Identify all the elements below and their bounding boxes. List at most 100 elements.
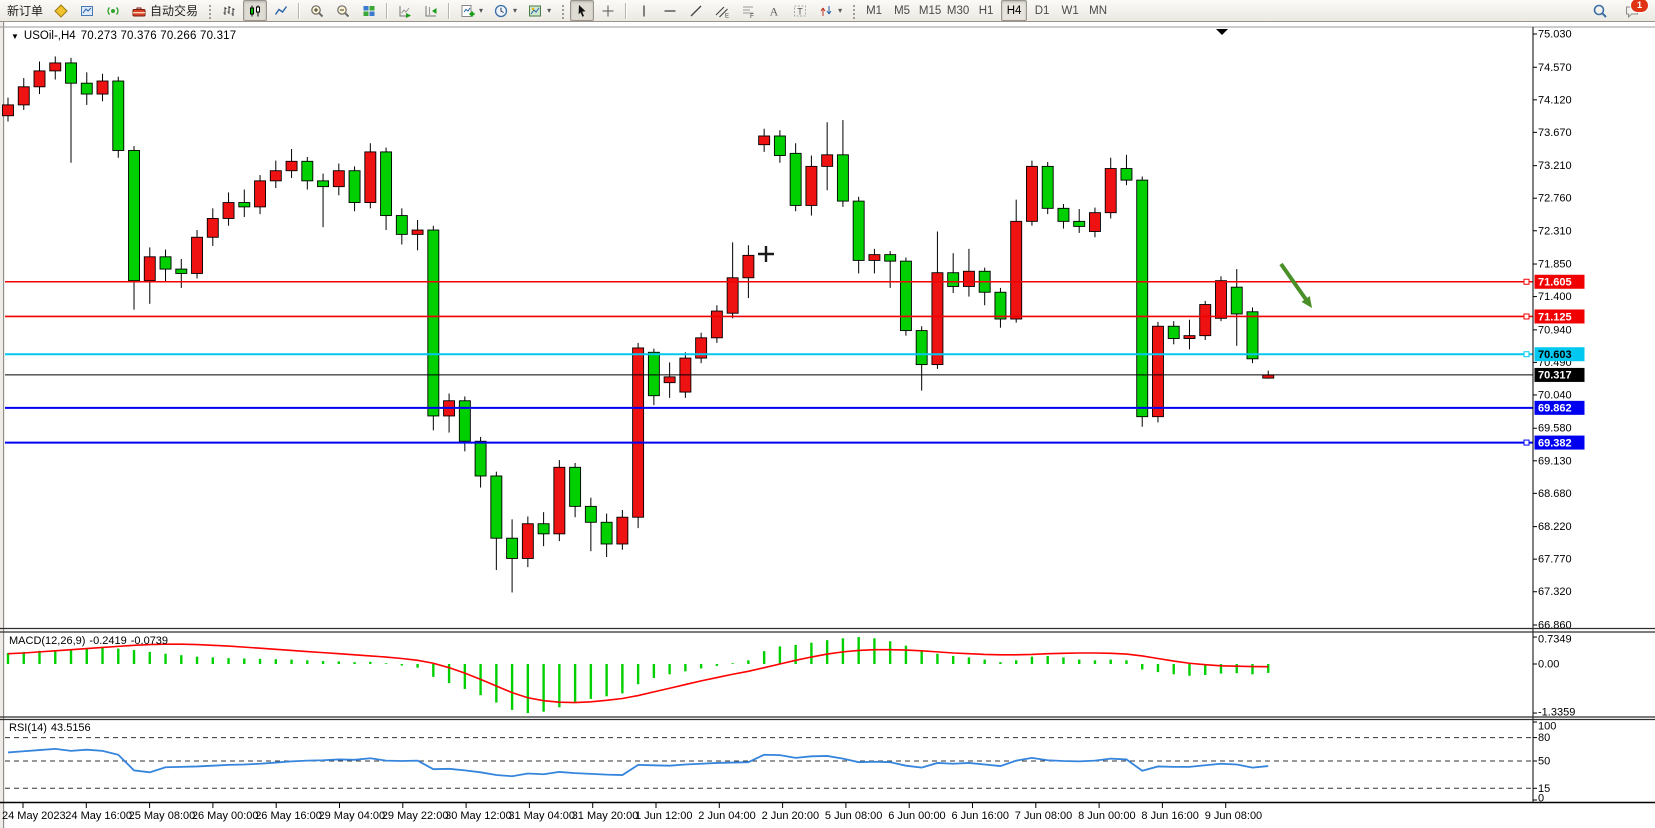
price-tick-label: 67.320: [1538, 586, 1572, 598]
signal-icon: [105, 3, 121, 19]
equidistant-channel-button[interactable]: E: [710, 0, 734, 21]
indicators-button[interactable]: ▾: [455, 0, 487, 21]
symbol-period-label: USOil-,H4: [24, 30, 76, 42]
zoomout-icon: [335, 3, 351, 19]
time-tick-label: 7 Jun 08:00: [1015, 810, 1073, 822]
time-tick-label: 26 May 00:00: [192, 810, 259, 822]
diamond-icon: [53, 3, 69, 19]
toolbar-separator: [298, 3, 300, 19]
timeframe-m1-button[interactable]: M1: [861, 0, 887, 21]
charts-window-button[interactable]: [75, 0, 99, 21]
new-order-button[interactable]: 新订单: [3, 0, 47, 21]
svg-text:71.605: 71.605: [1538, 277, 1572, 289]
candle: [790, 143, 801, 211]
price-tick-label: 71.400: [1538, 291, 1572, 303]
candlestick-chart-button[interactable]: [243, 0, 267, 21]
svg-text:70.603: 70.603: [1538, 349, 1572, 361]
hline-handle[interactable]: [1524, 352, 1529, 357]
rsi-value: 43.5156: [51, 722, 91, 734]
symbol-dropdown-icon[interactable]: ▼: [11, 32, 19, 41]
crosshair-button[interactable]: [596, 0, 620, 21]
time-tick-label: 31 May 20:00: [572, 810, 639, 822]
bar-chart-button[interactable]: [217, 0, 241, 21]
time-tick-label: 24 May 16:00: [65, 810, 132, 822]
horizontal-line-button[interactable]: [658, 0, 682, 21]
toolbar-grip[interactable]: [851, 3, 856, 19]
market-signals-button[interactable]: [101, 0, 125, 21]
candle: [113, 77, 124, 158]
zoom-out-button[interactable]: [331, 0, 355, 21]
candle: [1137, 177, 1148, 427]
dropdown-caret-icon[interactable]: ▾: [547, 6, 551, 15]
search-button[interactable]: [1588, 0, 1612, 21]
price-tick-label: 72.760: [1538, 193, 1572, 205]
toolbar-grip[interactable]: [560, 3, 565, 19]
toolbar-grip[interactable]: [207, 3, 212, 19]
notifications-button[interactable]: 1: [1620, 0, 1644, 21]
textA-icon: A: [766, 3, 782, 19]
timeframe-h1-button[interactable]: H1: [973, 0, 999, 21]
timeframe-mn-button[interactable]: MN: [1085, 0, 1111, 21]
candle: [554, 460, 565, 541]
dropdown-caret-icon[interactable]: ▾: [479, 6, 483, 15]
line-chart-button[interactable]: [269, 0, 293, 21]
tile-windows-button[interactable]: [357, 0, 381, 21]
rsi-name: RSI(14): [9, 722, 47, 734]
candle: [1200, 301, 1211, 340]
auto-scroll-button[interactable]: [393, 0, 417, 21]
price-tick-label: 70.040: [1538, 389, 1572, 401]
time-tick-label: 29 May 04:00: [319, 810, 386, 822]
indicators-window-button[interactable]: [49, 0, 73, 21]
vertical-line-button[interactable]: [632, 0, 656, 21]
svg-text:E: E: [725, 13, 729, 19]
price-tag-70.603: 70.603: [1535, 347, 1585, 361]
zoom-in-button[interactable]: [305, 0, 329, 21]
rsi-axis-label: 50: [1538, 756, 1550, 768]
autotrade-button[interactable]: 自动交易: [127, 0, 202, 21]
svg-text:T: T: [797, 6, 803, 16]
arrows-icon: [818, 3, 834, 19]
time-tick-label: 6 Jun 16:00: [952, 810, 1010, 822]
crosshair-icon: [600, 3, 616, 19]
price-tick-label: 71.850: [1538, 259, 1572, 271]
rsi-indicator-label: RSI(14) 43.5156: [9, 722, 91, 734]
dropdown-caret-icon[interactable]: ▾: [838, 6, 842, 15]
candle: [1042, 162, 1053, 214]
chart-shift-button[interactable]: [419, 0, 443, 21]
candle: [192, 230, 203, 278]
hline-handle[interactable]: [1524, 440, 1529, 445]
timeframe-w1-button[interactable]: W1: [1057, 0, 1083, 21]
templates-button[interactable]: ▾: [523, 0, 555, 21]
addind-icon: [459, 3, 475, 19]
timeframe-d1-button[interactable]: D1: [1029, 0, 1055, 21]
price-tag-69.862: 69.862: [1535, 401, 1585, 415]
time-tick-label: 29 May 22:00: [382, 810, 449, 822]
timeframe-m15-button[interactable]: M15: [917, 0, 943, 21]
timeframe-h4-button[interactable]: H4: [1001, 0, 1027, 21]
fibonacci-button[interactable]: F: [736, 0, 760, 21]
search-icon: [1592, 3, 1608, 19]
cursor-button[interactable]: [570, 0, 594, 21]
arrows-button[interactable]: ▾: [814, 0, 846, 21]
rsi-axis-label: 80: [1538, 732, 1550, 744]
time-tick-label: 8 Jun 16:00: [1141, 810, 1199, 822]
macd-main-value: -0.2419: [89, 635, 126, 647]
autotrade-button-label: 自动交易: [150, 2, 198, 19]
fibo-icon: F: [740, 3, 756, 19]
svg-text:F: F: [750, 13, 754, 19]
main-toolbar: 新订单 自动交易 ▾ ▾ ▾ E F A T ▾ M1M5M15M30H1H4D1W1MN 1: [0, 0, 1655, 22]
ohlc-values: 70.273 70.376 70.266 70.317: [81, 30, 237, 42]
hline-handle[interactable]: [1524, 279, 1529, 284]
trendline-button[interactable]: [684, 0, 708, 21]
text-button[interactable]: A: [762, 0, 786, 21]
time-tick-label: 2 Jun 20:00: [762, 810, 820, 822]
text-label-button[interactable]: T: [788, 0, 812, 21]
time-tick-label: 25 May 08:00: [129, 810, 196, 822]
timeframe-m30-button[interactable]: M30: [945, 0, 971, 21]
hline-handle[interactable]: [1524, 314, 1529, 319]
periods-button[interactable]: ▾: [489, 0, 521, 21]
timeframe-m5-button[interactable]: M5: [889, 0, 915, 21]
macd-signal-value: -0.0739: [131, 635, 168, 647]
candles-icon: [247, 3, 263, 19]
dropdown-caret-icon[interactable]: ▾: [513, 6, 517, 15]
